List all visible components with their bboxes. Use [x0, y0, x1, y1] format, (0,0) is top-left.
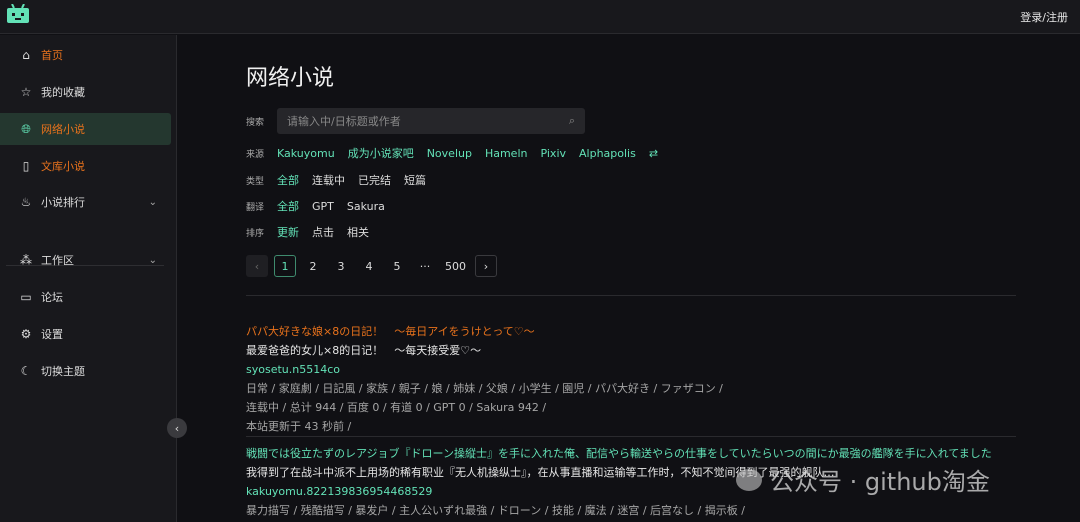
sidebar-item-settings[interactable]: ⚙ 设置 [0, 318, 171, 350]
sort-option[interactable]: 相关 [347, 224, 369, 240]
search-row: 搜索 请输入中/日标题或作者 ⌕ [246, 108, 585, 134]
page-button[interactable]: 2 [302, 255, 324, 277]
watermark: 公众号 · github淘金 [736, 462, 990, 497]
page-ellipsis[interactable]: ··· [414, 255, 436, 277]
sidebar-item-label: 工作区 [41, 254, 74, 267]
type-option[interactable]: 全部 [277, 172, 299, 188]
pagination: ‹ 1 2 3 4 5 ··· 500 › [246, 255, 503, 277]
chevron-left-icon: ‹ [174, 421, 180, 435]
type-option[interactable]: 已完结 [358, 172, 391, 188]
prev-page-button[interactable]: ‹ [246, 255, 268, 277]
search-icon[interactable]: ⌕ [569, 114, 575, 128]
source-option[interactable]: 成为小说家吧 [348, 145, 414, 161]
source-option[interactable]: Alphapolis [579, 147, 636, 160]
divider [246, 436, 1016, 437]
gear-icon: ⚙ [20, 327, 32, 341]
sidebar-item-home[interactable]: ⌂ 首页 [0, 39, 171, 71]
sort-option[interactable]: 点击 [312, 224, 334, 240]
collapse-sidebar-button[interactable]: ‹ [167, 418, 187, 438]
sidebar-item-theme[interactable]: ☾ 切换主题 [0, 355, 171, 387]
filter-label: 排序 [246, 228, 265, 239]
star-icon: ☆ [20, 85, 32, 99]
page-button[interactable]: 1 [274, 255, 296, 277]
sidebar-item-label: 网络小说 [41, 123, 85, 136]
home-icon: ⌂ [22, 48, 30, 62]
translate-filter: 翻译 全部 GPT Sakura [246, 198, 398, 214]
sidebar-item-label: 论坛 [41, 291, 63, 304]
page-title: 网络小说 [246, 66, 335, 91]
chevron-down-icon: ⌄ [148, 196, 157, 208]
page-button[interactable]: 5 [386, 255, 408, 277]
translate-option[interactable]: Sakura [347, 200, 385, 213]
novel-title-zh: 最爱爸爸的女儿×8的日记！ ～每天接受爱♡～ [246, 344, 482, 357]
type-option[interactable]: 连载中 [312, 172, 345, 188]
sidebar-item-favorites[interactable]: ☆ 我的收藏 [0, 76, 171, 108]
divider [246, 295, 1016, 296]
source-option[interactable]: Pixiv [540, 147, 566, 160]
globe-icon: 🌐︎ [21, 121, 31, 136]
wechat-icon [736, 468, 762, 491]
sidebar-item-label: 我的收藏 [41, 86, 85, 99]
novel-id-link[interactable]: syosetu.n5514co [246, 360, 723, 379]
filter-label: 来源 [246, 149, 265, 160]
novel-updated: 本站更新于 43 秒前 / [246, 420, 352, 433]
sidebar: ⌂ 首页 ☆ 我的收藏 🌐︎ 网络小说 ▯ 文库小说 ♨ 小说排行 ⌄ ⁂ 工作区 ⌄ ▭ 论坛 … [0, 35, 177, 522]
source-option[interactable]: Novelup [427, 147, 472, 160]
login-register-link[interactable]: 登录/注册 [1020, 9, 1068, 25]
swap-icon[interactable]: ⇄ [649, 147, 658, 160]
translate-option[interactable]: 全部 [277, 198, 299, 214]
novel-tags: 日常 / 家庭劇 / 日記風 / 家族 / 親子 / 娘 / 姉妹 / 父娘 /… [246, 382, 723, 395]
sidebar-item-ranking[interactable]: ♨ 小说排行 ⌄ [0, 186, 171, 218]
sidebar-item-library-novels[interactable]: ▯ 文库小说 [0, 150, 171, 182]
translate-option[interactable]: GPT [312, 200, 334, 213]
sidebar-item-workspace[interactable]: ⁂ 工作区 ⌄ [0, 244, 171, 276]
search-placeholder: 请输入中/日标题或作者 [287, 115, 401, 128]
page-button[interactable]: 3 [330, 255, 352, 277]
robot-logo-icon[interactable] [6, 4, 30, 24]
page-button[interactable]: 4 [358, 255, 380, 277]
sidebar-item-label: 设置 [41, 328, 63, 341]
source-option[interactable]: Kakuyomu [277, 147, 335, 160]
search-input[interactable]: 请输入中/日标题或作者 ⌕ [277, 108, 585, 134]
moon-icon: ☾ [20, 364, 32, 378]
book-icon: ▯ [22, 159, 30, 173]
forum-icon: ▭ [20, 290, 32, 304]
novel-list-item: パパ大好きな娘×8の日記！ ～毎日アイをうけとって♡～ 最爱爸爸的女儿×8的日记… [246, 322, 723, 436]
sidebar-item-label: 小说排行 [41, 196, 85, 209]
search-label: 搜索 [246, 117, 265, 128]
filter-label: 翻译 [246, 202, 265, 213]
source-option[interactable]: Hameln [485, 147, 528, 160]
page-button[interactable]: 500 [442, 255, 469, 277]
sidebar-item-web-novels[interactable]: 🌐︎ 网络小说 [0, 113, 171, 145]
novel-title-jp[interactable]: パパ大好きな娘×8の日記！ ～毎日アイをうけとって♡～ [246, 322, 723, 341]
sidebar-item-forum[interactable]: ▭ 论坛 [0, 281, 171, 313]
next-page-button[interactable]: › [475, 255, 497, 277]
sort-option[interactable]: 更新 [277, 224, 299, 240]
fire-icon: ♨ [20, 195, 32, 209]
source-filter: 来源 Kakuyomu 成为小说家吧 Novelup Hameln Pixiv … [246, 145, 671, 161]
filter-label: 类型 [246, 176, 265, 187]
novel-stats: 连载中 / 总计 944 / 百度 0 / 有道 0 / GPT 0 / Sak… [246, 401, 547, 414]
sidebar-item-label: 文库小说 [41, 160, 85, 173]
sidebar-item-label: 切换主题 [41, 365, 85, 378]
top-bar: 登录/注册 [0, 0, 1080, 34]
novel-tags: 暴力描写 / 残酷描写 / 暴发户 / 主人公いずれ最強 / ドローン / 技能… [246, 504, 745, 517]
novel-title-jp[interactable]: 戦闘では役立たずのレアジョブ『ドローン操縦士』を手に入れた俺、配信やら輸送やらの… [246, 444, 992, 463]
chevron-down-icon: ⌄ [148, 254, 157, 266]
type-filter: 类型 全部 连载中 已完结 短篇 [246, 172, 439, 188]
type-option[interactable]: 短篇 [404, 172, 426, 188]
workspace-icon: ⁂ [20, 253, 32, 267]
sort-filter: 排序 更新 点击 相关 [246, 224, 382, 240]
watermark-text: 公众号 · github淘金 [770, 468, 990, 496]
sidebar-item-label: 首页 [41, 49, 63, 62]
